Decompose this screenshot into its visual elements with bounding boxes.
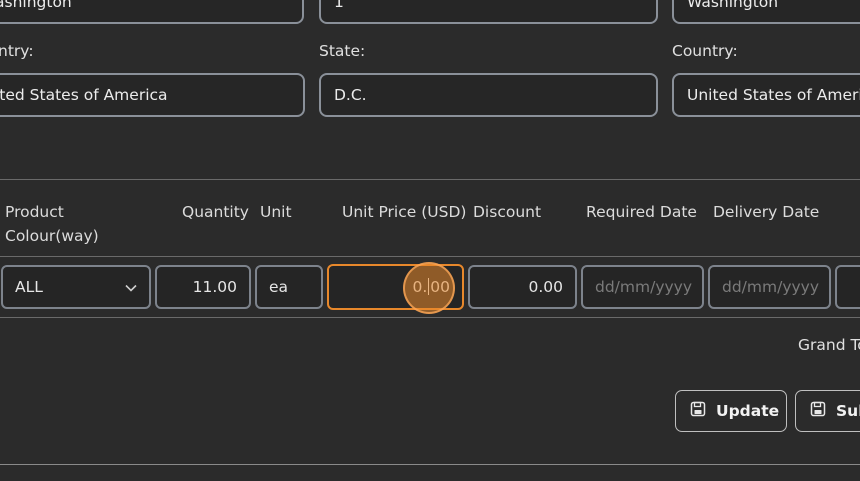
save-icon [690, 401, 716, 421]
city-field-right-value: Washington [687, 0, 779, 11]
delivery-date-input[interactable]: dd/mm/yyyy [708, 265, 831, 309]
country-field-left[interactable]: ited States of America [0, 73, 305, 117]
unit-value: ea [269, 278, 289, 296]
country-label-left: ntry: [0, 42, 34, 60]
header-discount: Discount [473, 203, 542, 221]
discount-input[interactable]: 0.00 [468, 265, 577, 309]
submit-button[interactable]: Sub [795, 390, 860, 432]
header-product-text: Product [5, 203, 64, 221]
header-required-date: Required Date [586, 203, 697, 221]
state-field[interactable]: D.C. [319, 73, 658, 117]
quantity-input[interactable]: 11.00 [155, 265, 251, 309]
grand-total-label: Grand To [798, 336, 860, 354]
country-field-left-value: ited States of America [0, 86, 168, 104]
header-quantity: Quantity [182, 203, 249, 221]
header-delivery-date: Delivery Date [713, 203, 820, 221]
state-label: State: [319, 42, 366, 60]
unit-input[interactable]: ea [255, 265, 323, 309]
city-field-left[interactable]: ashington [0, 0, 304, 24]
table-row-divider [0, 317, 860, 318]
submit-button-label: Sub [836, 402, 860, 420]
required-date-placeholder: dd/mm/yyyy [595, 278, 693, 296]
next-column-input[interactable] [835, 265, 860, 309]
country-field-right-value: United States of America [687, 86, 860, 104]
colour-select-value: ALL [15, 278, 43, 296]
country-label-right: Country: [672, 42, 738, 60]
table-header-divider [0, 256, 860, 257]
click-indicator [403, 262, 455, 314]
header-colour-text: Colour(way) [5, 227, 99, 245]
section-divider-top [0, 179, 860, 180]
header-product-colour: Product Colour(way) [5, 200, 99, 248]
address-number-value: 1 [334, 0, 344, 11]
save-icon [810, 401, 836, 421]
update-button[interactable]: Update [675, 390, 787, 432]
country-field-right[interactable]: United States of America [672, 73, 860, 117]
state-field-value: D.C. [334, 86, 367, 104]
colour-select[interactable]: ALL [1, 265, 151, 309]
section-divider-bottom [0, 464, 860, 465]
header-unit: Unit [260, 203, 292, 221]
city-field-right[interactable]: Washington [672, 0, 860, 24]
header-unit-price: Unit Price (USD) [342, 203, 467, 221]
required-date-input[interactable]: dd/mm/yyyy [581, 265, 704, 309]
quantity-value: 11.00 [192, 278, 237, 296]
address-number-field[interactable]: 1 [319, 0, 658, 24]
chevron-down-icon [125, 278, 137, 296]
city-field-left-value: ashington [0, 0, 72, 11]
discount-value: 0.00 [528, 278, 563, 296]
delivery-date-placeholder: dd/mm/yyyy [722, 278, 820, 296]
update-button-label: Update [716, 402, 780, 420]
